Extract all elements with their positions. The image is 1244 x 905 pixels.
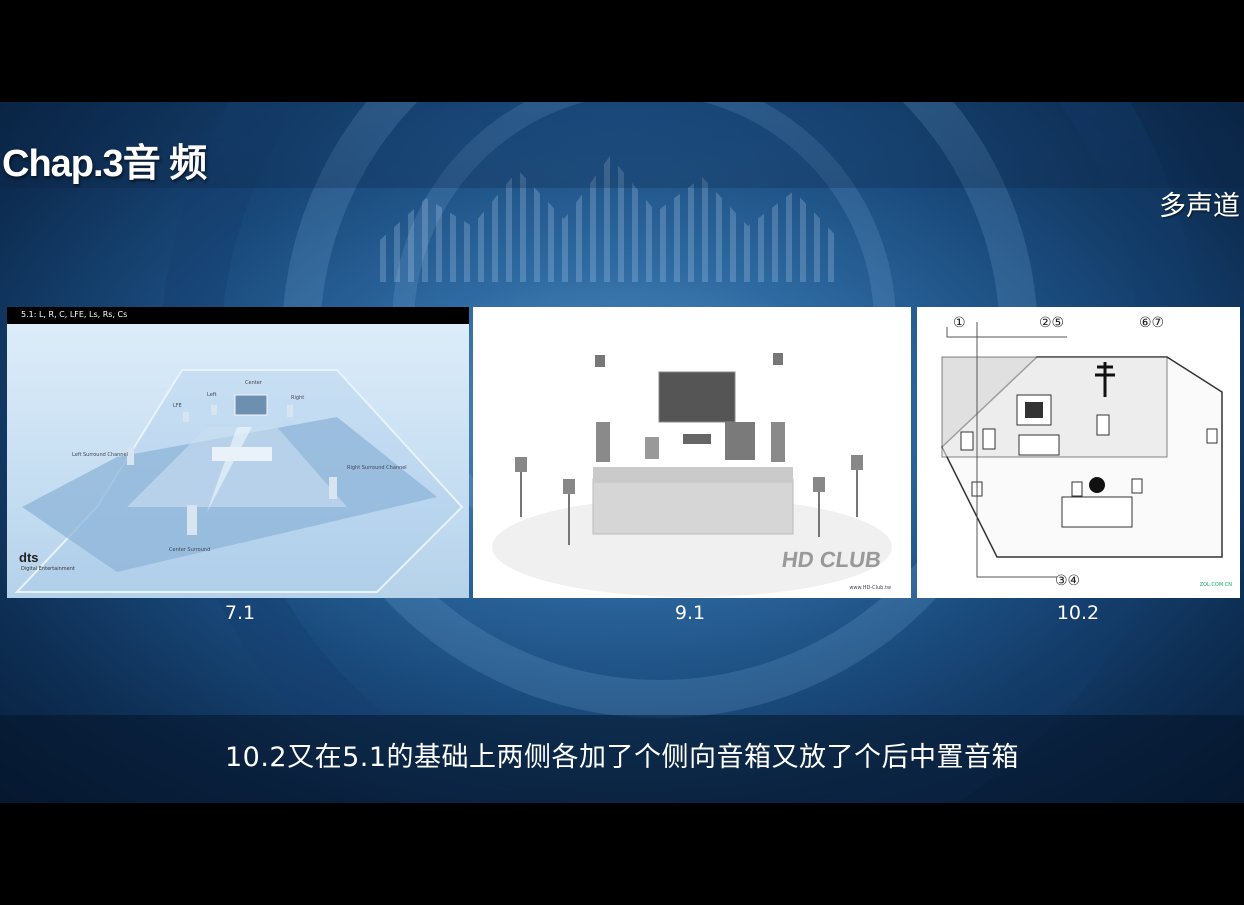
letterbox-top: [0, 0, 1244, 102]
marker-1: ①: [953, 315, 966, 331]
label-left: Left: [207, 392, 217, 398]
label-center: Center: [245, 380, 262, 386]
diagram-7-1: 5.1: L, R, C, LFE, Ls, Rs, Cs Center Lef…: [7, 307, 469, 598]
marker-2-5: ②⑤: [1039, 315, 1065, 331]
chapter-title: Chap.3音 频: [2, 143, 207, 185]
caption-9-1: 9.1: [674, 602, 706, 624]
hd-club-url: www.HD-Club.tw: [849, 585, 891, 591]
label-right-surround: Right Surround Channel: [347, 465, 407, 471]
slide: Chap.3音 频 多声道 5.1: L, R, C, LFE, Ls, Rs,…: [0, 102, 1244, 803]
dts-logo: dts: [19, 550, 39, 565]
label-lfe: LFE: [173, 403, 182, 409]
hd-club-logo: HD CLUB: [780, 547, 883, 572]
section-title: 多声道: [1159, 191, 1240, 222]
letterbox-bottom: [0, 803, 1244, 905]
marker-6-7: ⑥⑦: [1139, 315, 1165, 331]
label-right: Right: [291, 395, 305, 401]
diagram-9-1: HD CLUB www.HD-Club.tw: [473, 307, 911, 598]
label-left-surround: Left Surround Channel: [72, 452, 128, 458]
diagram-10-2: ① ②⑤ ⑥⑦ ③④ ZOL.COM.CN: [917, 307, 1240, 598]
caption-10-2: 10.2: [1056, 602, 1100, 624]
video-subtitle: 10.2又在5.1的基础上两侧各加了个侧向音箱又放了个后中置音箱: [224, 742, 1020, 773]
marker-3-4: ③④: [1055, 573, 1081, 589]
dts-logo-sub: Digital Entertainment: [21, 566, 75, 572]
room-diagram-10-2: [941, 322, 1223, 578]
zol-logo: ZOL.COM.CN: [1199, 582, 1232, 588]
label-center-surround: Center Surround: [169, 547, 211, 553]
caption-7-1: 7.1: [224, 602, 256, 624]
